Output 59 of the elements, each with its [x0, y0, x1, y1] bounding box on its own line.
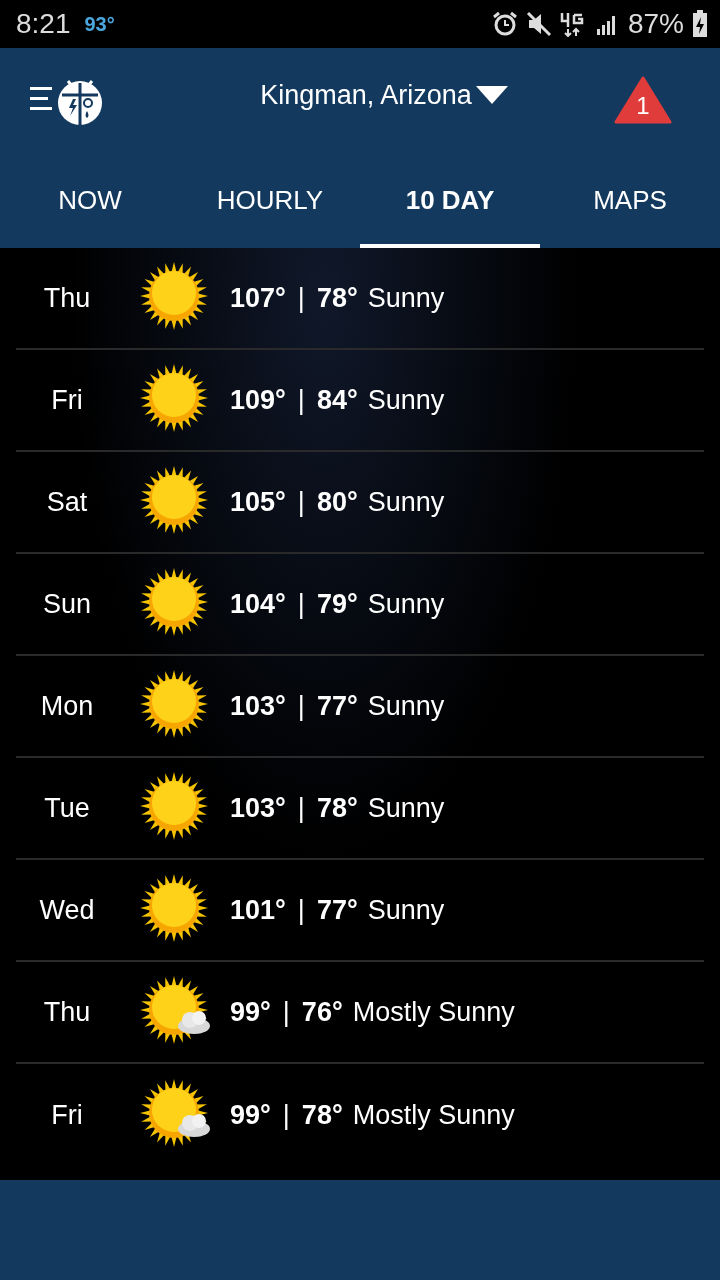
high-temperature: 99°: [230, 1099, 271, 1131]
low-temperature: 78°: [301, 1099, 343, 1131]
alert-count: 1: [636, 93, 650, 119]
high-temperature: 105°: [230, 486, 286, 518]
tab[interactable]: NOW: [0, 152, 180, 248]
day-label: Mon: [39, 690, 95, 722]
separator: |: [297, 486, 305, 518]
low-temperature: 77°: [316, 894, 358, 926]
day-label: Tue: [43, 792, 91, 824]
high-temperature: 99°: [230, 996, 271, 1028]
condition-label: Sunny: [367, 792, 445, 824]
weather-temperature: 93°: [84, 12, 115, 36]
condition-label: Sunny: [367, 486, 445, 518]
low-temperature: 80°: [316, 486, 358, 518]
battery-percentage: 87%: [627, 8, 684, 40]
day-label: Thu: [42, 996, 92, 1028]
separator: |: [297, 282, 305, 314]
caret-icon: [475, 86, 508, 104]
condition-label: Mostly Sunny: [352, 1099, 515, 1131]
day-label: Sat: [45, 486, 89, 518]
condition-label: Sunny: [367, 894, 445, 926]
low-temperature: 84°: [316, 384, 358, 416]
day-label: Wed: [38, 894, 96, 926]
location-dropdown[interactable]: Kingman, Arizona: [260, 79, 508, 111]
low-temperature: 76°: [301, 996, 343, 1028]
battery-icon: [692, 10, 708, 38]
high-temperature: 109°: [230, 384, 286, 416]
low-temperature: 77°: [316, 690, 358, 722]
high-temperature: 107°: [230, 282, 286, 314]
day-label: Thu: [42, 282, 92, 314]
mute-icon: [525, 11, 552, 37]
condition-label: Mostly Sunny: [352, 996, 515, 1028]
condition-label: Sunny: [367, 588, 445, 620]
separator: |: [297, 792, 305, 824]
low-temperature: 78°: [316, 792, 358, 824]
separator: |: [282, 996, 290, 1028]
tab[interactable]: HOURLY: [180, 152, 360, 248]
separator: |: [297, 384, 305, 416]
high-temperature: 103°: [230, 792, 286, 824]
separator: |: [297, 690, 305, 722]
separator: |: [297, 894, 305, 926]
high-temperature: 103°: [230, 690, 286, 722]
day-label: Fri: [50, 384, 84, 416]
low-temperature: 79°: [316, 588, 358, 620]
clock-time: 8:21: [16, 8, 71, 40]
high-temperature: 104°: [230, 588, 286, 620]
warning-icon: [614, 76, 672, 124]
day-label: Sun: [41, 588, 92, 620]
alert-button[interactable]: 1: [614, 76, 672, 124]
separator: |: [282, 1099, 290, 1131]
low-temperature: 78°: [316, 282, 358, 314]
tab[interactable]: MAPS: [540, 152, 720, 248]
high-temperature: 101°: [230, 894, 286, 926]
separator: |: [297, 588, 305, 620]
condition-label: Sunny: [367, 282, 445, 314]
condition-label: Sunny: [367, 690, 445, 722]
day-label: Fri: [50, 1099, 84, 1131]
alarm-icon: [491, 11, 518, 37]
condition-label: Sunny: [367, 384, 445, 416]
